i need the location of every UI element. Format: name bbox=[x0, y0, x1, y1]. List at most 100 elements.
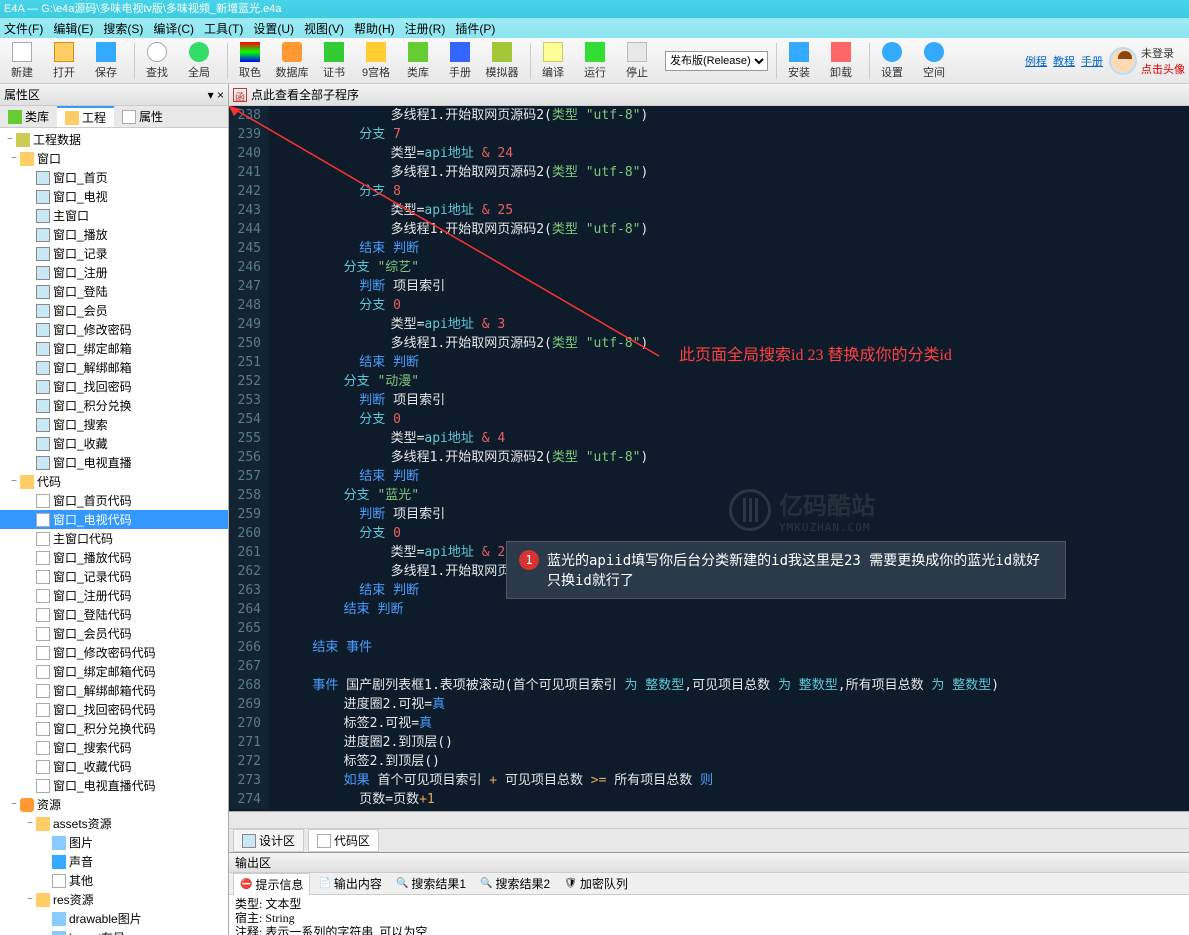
code-text[interactable]: 分支 "动漫" bbox=[269, 372, 419, 391]
code-line-247[interactable]: 247 判断 项目索引 bbox=[229, 277, 1189, 296]
code-text[interactable]: 多线程1.开始取网页源码2(类型 "utf-8") bbox=[269, 448, 648, 467]
tree-item-窗口_搜索代码[interactable]: 窗口_搜索代码 bbox=[0, 738, 228, 757]
code-text[interactable]: 结束 事件 bbox=[269, 638, 372, 657]
tree-item-窗口_电视代码[interactable]: 窗口_电视代码 bbox=[0, 510, 228, 529]
code-line-254[interactable]: 254 分支 0 bbox=[229, 410, 1189, 429]
tree-item-窗口_记录代码[interactable]: 窗口_记录代码 bbox=[0, 567, 228, 586]
code-line-248[interactable]: 248 分支 0 bbox=[229, 296, 1189, 315]
tree-item-窗口_修改密码[interactable]: 窗口_修改密码 bbox=[0, 320, 228, 339]
toolbar-9宫格[interactable]: 9宫格 bbox=[358, 42, 394, 80]
code-line-266[interactable]: 266 结束 事件 bbox=[229, 638, 1189, 657]
code-line-240[interactable]: 240 类型=api地址 & 24 bbox=[229, 144, 1189, 163]
tree-item-窗口_积分兑换代码[interactable]: 窗口_积分兑换代码 bbox=[0, 719, 228, 738]
code-line-271[interactable]: 271 进度圈2.到顶层() bbox=[229, 733, 1189, 752]
code-line-244[interactable]: 244 多线程1.开始取网页源码2(类型 "utf-8") bbox=[229, 220, 1189, 239]
tree-item-窗口_会员[interactable]: 窗口_会员 bbox=[0, 301, 228, 320]
code-text[interactable]: 类型=api地址 & 25 bbox=[269, 201, 513, 220]
menu-item-3[interactable]: 编译(C) bbox=[153, 20, 194, 37]
code-text[interactable]: 结束 判断 bbox=[269, 467, 419, 486]
code-line-252[interactable]: 252 分支 "动漫" bbox=[229, 372, 1189, 391]
code-text[interactable]: 判断 项目索引 bbox=[269, 277, 445, 296]
code-text[interactable]: 判断 项目索引 bbox=[269, 391, 445, 410]
code-line-259[interactable]: 259 判断 项目索引 bbox=[229, 505, 1189, 524]
tree-item-窗口_注册代码[interactable]: 窗口_注册代码 bbox=[0, 586, 228, 605]
tree-item-drawable图片[interactable]: drawable图片 bbox=[0, 909, 228, 928]
tree-item-layout布局[interactable]: layout布局 bbox=[0, 928, 228, 935]
code-text[interactable]: 结束 判断 bbox=[269, 353, 419, 372]
code-text[interactable]: 分支 "蓝光" bbox=[269, 486, 419, 505]
output-tab-4[interactable]: 🛡加密队列 bbox=[558, 873, 634, 894]
tree-item-窗口_找回密码代码[interactable]: 窗口_找回密码代码 bbox=[0, 700, 228, 719]
output-tab-1[interactable]: 📄输出内容 bbox=[312, 873, 387, 894]
toolbar-取色[interactable]: 取色 bbox=[232, 42, 268, 80]
code-line-258[interactable]: 258 分支 "蓝光" bbox=[229, 486, 1189, 505]
tree-item-窗口_首页代码[interactable]: 窗口_首页代码 bbox=[0, 491, 228, 510]
tree-item-窗口_收藏[interactable]: 窗口_收藏 bbox=[0, 434, 228, 453]
code-text[interactable]: 页数=页数+1 bbox=[269, 790, 435, 809]
toolbar-编译[interactable]: 编译 bbox=[535, 42, 571, 80]
code-text[interactable]: 类型=api地址 & 3 bbox=[269, 315, 505, 334]
code-line-245[interactable]: 245 结束 判断 bbox=[229, 239, 1189, 258]
code-text[interactable]: 标签2.到顶层() bbox=[269, 752, 440, 771]
code-text[interactable]: 多线程1.开始取网页源码2(类型 "utf-8") bbox=[269, 163, 648, 182]
code-text[interactable]: 标签2.可视=真 bbox=[269, 714, 432, 733]
tree-item-主窗口代码[interactable]: 主窗口代码 bbox=[0, 529, 228, 548]
code-editor-header[interactable]: 函 点此查看全部子程序 bbox=[229, 84, 1189, 106]
menu-item-1[interactable]: 编辑(E) bbox=[53, 20, 93, 37]
toolbar-模拟器[interactable]: 模拟器 bbox=[484, 42, 520, 80]
code-text[interactable]: 结束 判断 bbox=[269, 581, 419, 600]
login-status[interactable]: 未登录点击头像 bbox=[1141, 45, 1185, 77]
code-line-267[interactable]: 267 bbox=[229, 657, 1189, 676]
code-line-238[interactable]: 238 多线程1.开始取网页源码2(类型 "utf-8") bbox=[229, 106, 1189, 125]
menu-item-4[interactable]: 工具(T) bbox=[204, 20, 243, 37]
tree-item-窗口_首页[interactable]: 窗口_首页 bbox=[0, 168, 228, 187]
tab-code[interactable]: 代码区 bbox=[308, 829, 379, 852]
tree-item-窗口_收藏代码[interactable]: 窗口_收藏代码 bbox=[0, 757, 228, 776]
code-text[interactable]: 如果 首个可见项目索引 + 可见项目总数 >= 所有项目总数 则 bbox=[269, 771, 713, 790]
header-text[interactable]: 点此查看全部子程序 bbox=[251, 86, 359, 103]
tree-item-图片[interactable]: 图片 bbox=[0, 833, 228, 852]
code-line-243[interactable]: 243 类型=api地址 & 25 bbox=[229, 201, 1189, 220]
code-text[interactable]: 分支 7 bbox=[269, 125, 401, 144]
toolbar-设置[interactable]: 设置 bbox=[874, 42, 910, 80]
code-line-249[interactable]: 249 类型=api地址 & 3 bbox=[229, 315, 1189, 334]
tree-item-窗口_积分兑换[interactable]: 窗口_积分兑换 bbox=[0, 396, 228, 415]
tree-item-代码[interactable]: −代码 bbox=[0, 472, 228, 491]
code-line-272[interactable]: 272 标签2.到顶层() bbox=[229, 752, 1189, 771]
tree-toggle-icon[interactable]: − bbox=[8, 153, 20, 164]
code-line-253[interactable]: 253 判断 项目索引 bbox=[229, 391, 1189, 410]
tree-item-窗口_登陆代码[interactable]: 窗口_登陆代码 bbox=[0, 605, 228, 624]
tree-item-窗口_注册[interactable]: 窗口_注册 bbox=[0, 263, 228, 282]
tree-item-窗口_找回密码[interactable]: 窗口_找回密码 bbox=[0, 377, 228, 396]
toolbar-打开[interactable]: 打开 bbox=[46, 42, 82, 80]
tree-item-其他[interactable]: 其他 bbox=[0, 871, 228, 890]
code-text[interactable]: 类型=api地址 & 4 bbox=[269, 429, 505, 448]
code-text[interactable] bbox=[269, 619, 281, 638]
tree-item-assets资源[interactable]: −assets资源 bbox=[0, 814, 228, 833]
tree-item-窗口_修改密码代码[interactable]: 窗口_修改密码代码 bbox=[0, 643, 228, 662]
tree-item-res资源[interactable]: −res资源 bbox=[0, 890, 228, 909]
left-tab-工程[interactable]: 工程 bbox=[57, 106, 114, 127]
menu-item-7[interactable]: 帮助(H) bbox=[354, 20, 395, 37]
project-tree[interactable]: −工程数据−窗口窗口_首页窗口_电视主窗口窗口_播放窗口_记录窗口_注册窗口_登… bbox=[0, 128, 228, 935]
code-line-265[interactable]: 265 bbox=[229, 619, 1189, 638]
panel-dropdown-icon[interactable]: ▾ × bbox=[208, 88, 224, 102]
code-text[interactable]: 多线程1.开始取网页源码2(类型 "utf-8") bbox=[269, 106, 648, 125]
tree-toggle-icon[interactable]: − bbox=[24, 894, 36, 905]
tree-item-窗口_播放[interactable]: 窗口_播放 bbox=[0, 225, 228, 244]
toolbar-证书[interactable]: 证书 bbox=[316, 42, 352, 80]
code-line-270[interactable]: 270 标签2.可视=真 bbox=[229, 714, 1189, 733]
tree-item-窗口_记录[interactable]: 窗口_记录 bbox=[0, 244, 228, 263]
tree-item-主窗口[interactable]: 主窗口 bbox=[0, 206, 228, 225]
code-line-241[interactable]: 241 多线程1.开始取网页源码2(类型 "utf-8") bbox=[229, 163, 1189, 182]
left-tab-类库[interactable]: 类库 bbox=[0, 106, 57, 127]
tree-item-窗口_电视[interactable]: 窗口_电视 bbox=[0, 187, 228, 206]
tree-item-窗口_绑定邮箱代码[interactable]: 窗口_绑定邮箱代码 bbox=[0, 662, 228, 681]
link-手册[interactable]: 手册 bbox=[1081, 53, 1103, 69]
menu-item-8[interactable]: 注册(R) bbox=[405, 20, 446, 37]
tree-item-窗口_解绑邮箱[interactable]: 窗口_解绑邮箱 bbox=[0, 358, 228, 377]
tree-toggle-icon[interactable]: − bbox=[24, 818, 36, 829]
code-text[interactable]: 类型=api地址 & 23 bbox=[269, 543, 513, 562]
tree-item-窗口_电视直播[interactable]: 窗口_电视直播 bbox=[0, 453, 228, 472]
tree-toggle-icon[interactable]: − bbox=[4, 134, 16, 145]
